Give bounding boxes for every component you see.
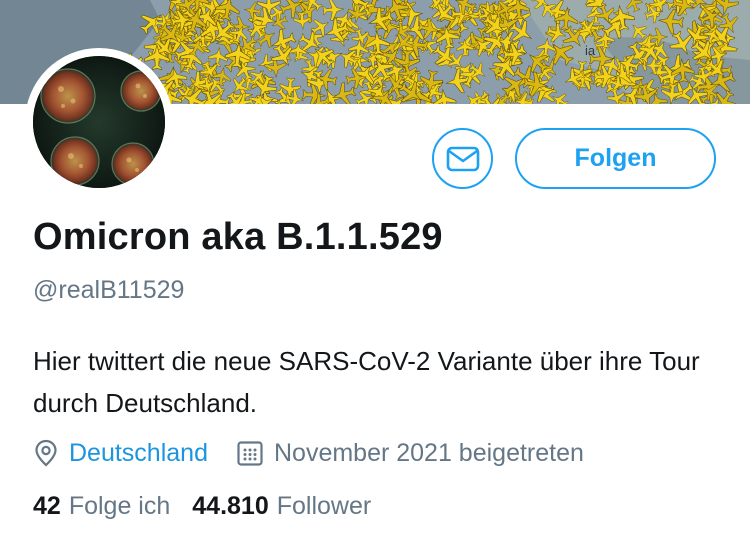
calendar-icon xyxy=(237,441,263,466)
envelope-icon xyxy=(446,146,479,171)
following-link[interactable]: 42 Folge ich xyxy=(33,492,170,521)
profile-handle: @realB11529 xyxy=(33,276,185,304)
follow-button[interactable]: Folgen xyxy=(515,128,716,189)
joined-date: November 2021 beigetreten xyxy=(273,438,584,467)
profile-meta: Deutschland November 2021 beigetreten xyxy=(33,436,584,470)
message-button[interactable] xyxy=(432,128,493,189)
following-count: 42 xyxy=(33,492,61,520)
virus-image xyxy=(33,56,165,188)
profile-stats: 42 Folge ich 44.810 Follower xyxy=(33,492,371,521)
followers-link[interactable]: 44.810 Follower xyxy=(192,492,371,521)
location-pin-icon xyxy=(35,439,57,467)
following-label: Folge ich xyxy=(68,492,171,520)
map-label: ia xyxy=(585,43,596,58)
profile-name: Omicron aka B.1.1.529 xyxy=(33,216,443,258)
profile-bio: Hier twittert die neue SARS-CoV-2 Varian… xyxy=(33,346,700,418)
location-link[interactable]: Deutschland xyxy=(69,439,208,468)
followers-count: 44.810 xyxy=(192,492,269,520)
followers-label: Follower xyxy=(276,492,372,520)
avatar[interactable] xyxy=(33,56,165,188)
